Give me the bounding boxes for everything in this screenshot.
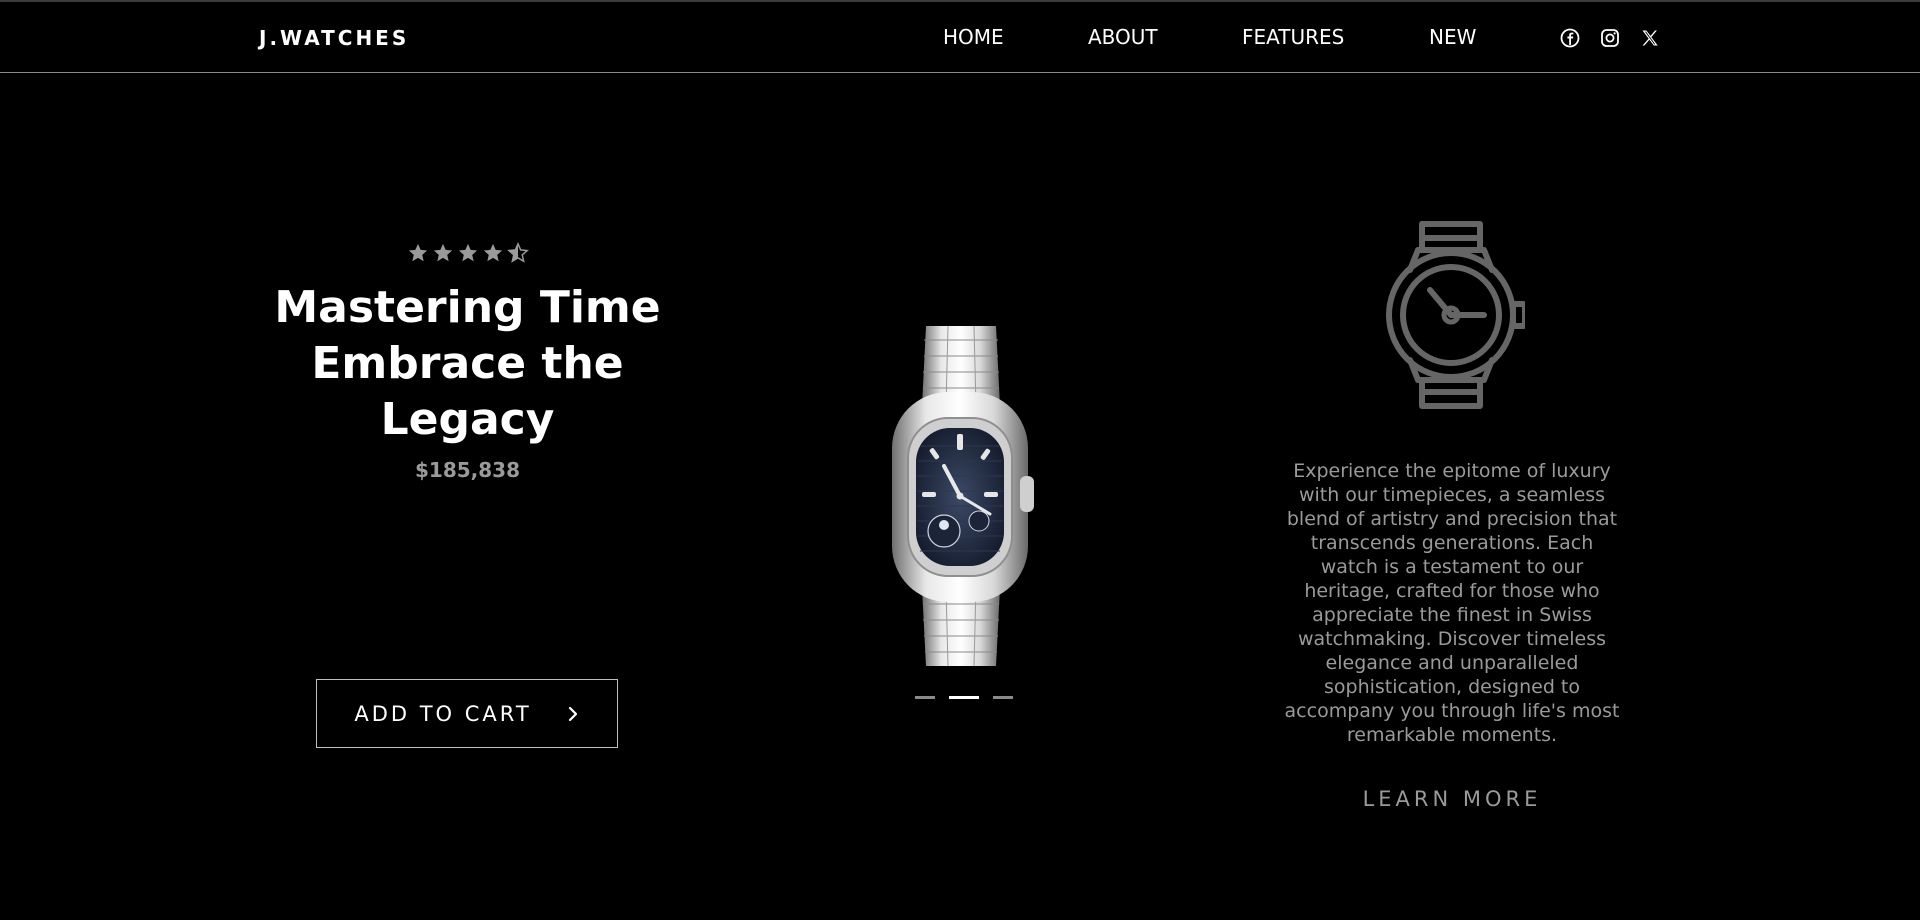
nav-about[interactable]: ABOUT bbox=[1088, 25, 1158, 49]
chevron-right-icon bbox=[568, 706, 577, 721]
nav-home[interactable]: HOME bbox=[943, 25, 1004, 49]
rating-stars bbox=[260, 242, 675, 270]
star-icon bbox=[408, 243, 427, 262]
facebook-icon[interactable] bbox=[1558, 26, 1582, 50]
hero-title-line-1: Mastering Time bbox=[274, 282, 661, 333]
hero-title-line-3: Legacy bbox=[380, 394, 555, 445]
product-image bbox=[886, 325, 1036, 667]
hero-title: Mastering Time Embrace the Legacy bbox=[260, 280, 675, 448]
hero-section: Mastering Time Embrace the Legacy $185,8… bbox=[260, 242, 675, 482]
star-icon bbox=[433, 243, 452, 262]
star-icon bbox=[458, 243, 477, 262]
nav-features[interactable]: FEATURES bbox=[1242, 25, 1344, 49]
watch-product-image bbox=[892, 325, 1034, 667]
add-to-cart-label: ADD TO CART bbox=[354, 701, 532, 726]
brand-logo[interactable]: J.WATCHES bbox=[259, 26, 409, 50]
star-half-icon bbox=[506, 242, 529, 263]
hero-title-line-2: Embrace the bbox=[311, 338, 624, 389]
feature-description: Experience the epitome of luxury with ou… bbox=[1284, 460, 1620, 746]
carousel-indicators bbox=[915, 695, 1013, 699]
watch-outline-icon bbox=[1380, 218, 1528, 413]
carousel-dot-1[interactable] bbox=[915, 695, 935, 699]
nav-new[interactable]: NEW bbox=[1429, 25, 1476, 49]
star-icon bbox=[483, 243, 502, 262]
instagram-icon[interactable] bbox=[1598, 26, 1622, 50]
x-icon[interactable] bbox=[1638, 26, 1662, 50]
learn-more-link[interactable]: LEARN MORE bbox=[1342, 787, 1562, 811]
navbar: J.WATCHES HOME ABOUT FEATURES NEW bbox=[0, 2, 1920, 73]
carousel-dot-2[interactable] bbox=[949, 695, 979, 699]
product-price: $185,838 bbox=[414, 458, 520, 482]
add-to-cart-button[interactable]: ADD TO CART bbox=[316, 679, 618, 748]
carousel-dot-3[interactable] bbox=[993, 695, 1013, 699]
